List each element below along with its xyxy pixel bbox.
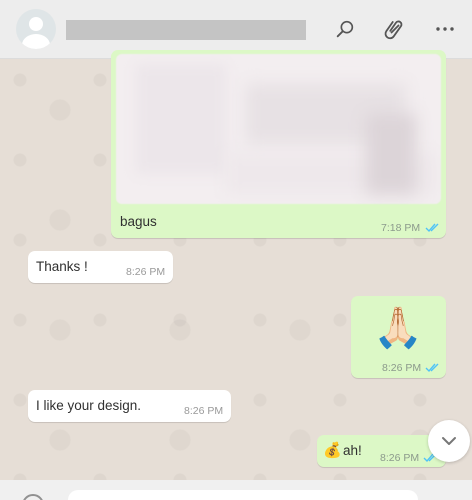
scroll-to-bottom-button[interactable] [428,420,470,462]
message-text: I like your design. [36,398,142,413]
message-outgoing-image[interactable]: bagus 7:18 PM [111,50,446,238]
image-content [366,114,416,194]
search-icon [336,20,354,38]
more-options-icon [436,27,454,31]
message-time: 8:26 PM [380,452,420,464]
message-outgoing-emoji[interactable]: 🙏🏻 8:26 PM [351,296,446,378]
image-content [136,64,226,174]
contact-name-redacted[interactable] [66,20,306,40]
avatar-head-shape [29,17,43,31]
message-text: ah! [343,443,362,458]
avatar-body-shape [22,34,50,49]
message-time: 7:18 PM [381,222,421,234]
message-composer [0,480,472,500]
message-time: 8:26 PM [184,405,224,417]
shared-image[interactable] [116,54,441,204]
emoji-button[interactable] [22,494,44,500]
money-bag-emoji: 💰 [323,442,342,459]
message-text: Thanks ! [36,259,88,274]
read-ticks-icon [425,223,439,233]
chat-window: bagus 7:18 PM Thanks ! 8:26 PM 🙏🏻 8:26 P… [0,0,472,500]
search-button[interactable] [331,15,359,43]
attach-button[interactable] [381,15,409,43]
read-ticks-icon [425,363,439,373]
message-incoming[interactable]: I like your design. 8:26 PM [28,390,231,422]
message-time: 8:26 PM [126,266,166,278]
paperclip-icon [384,20,403,40]
message-time: 8:26 PM [382,362,422,374]
contact-avatar[interactable] [16,9,56,49]
message-input[interactable] [68,490,418,500]
menu-button[interactable] [431,15,459,43]
message-text: bagus [120,214,157,229]
message-incoming[interactable]: Thanks ! 8:26 PM [28,251,173,283]
praying-hands-emoji: 🙏🏻 [373,306,423,350]
chevron-down-icon [442,437,456,445]
message-outgoing[interactable]: 💰 ah! 8:26 PM [317,435,446,467]
